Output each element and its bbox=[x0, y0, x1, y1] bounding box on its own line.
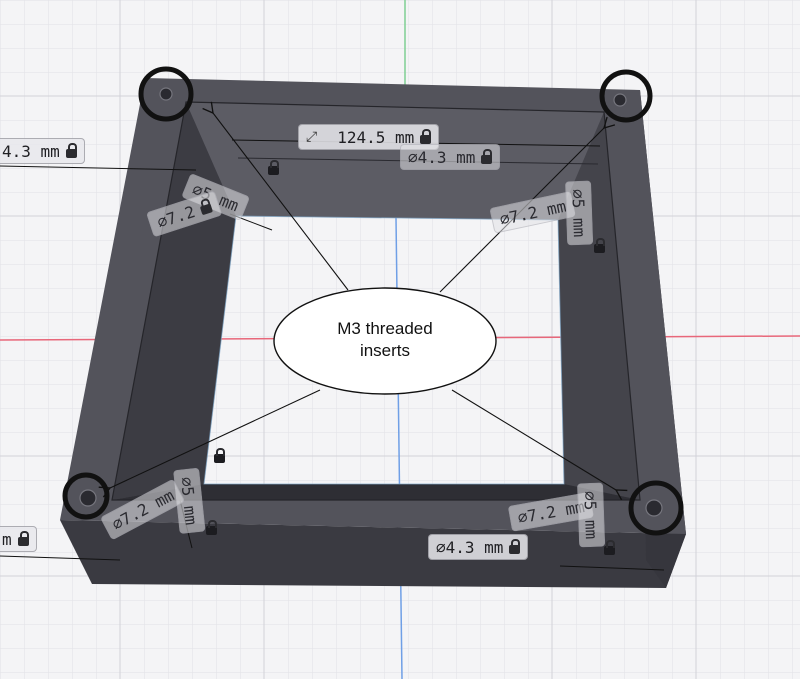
dim-left-width-value: 4.3 mm bbox=[2, 141, 60, 161]
hole-top-left bbox=[159, 87, 173, 101]
dim-br-insert-depth[interactable]: ⌀5 mm bbox=[577, 482, 606, 548]
lock-icon[interactable] bbox=[206, 520, 217, 535]
dim-tr-insert-depth-value: ⌀5 mm bbox=[568, 188, 590, 238]
dim-bottom-left-partial[interactable]: m bbox=[0, 526, 37, 552]
dim-top-hole-value: ⌀4.3 mm bbox=[408, 147, 476, 167]
lock-icon[interactable] bbox=[65, 142, 77, 158]
lock-icon[interactable] bbox=[199, 202, 213, 215]
dim-left-width[interactable]: 4.3 mm bbox=[0, 138, 85, 164]
lock-icon[interactable] bbox=[268, 160, 279, 175]
lock-icon[interactable] bbox=[509, 538, 521, 554]
dim-br-insert-depth-value: ⌀5 mm bbox=[580, 490, 602, 540]
resize-arrows-icon[interactable]: ⤢ bbox=[306, 129, 317, 145]
lock-icon[interactable] bbox=[214, 448, 225, 463]
lock-icon[interactable] bbox=[420, 128, 432, 144]
callout-label: M3 threaded inserts bbox=[276, 318, 494, 362]
lock-icon[interactable] bbox=[604, 540, 615, 555]
viewport[interactable]: 4.3 mm ⤢ 124.5 mm ⌀4.3 mm ⌀5 mm ⌀7.2 ⌀7.… bbox=[0, 0, 800, 679]
hole-bottom-left bbox=[79, 489, 97, 507]
lock-icon[interactable] bbox=[17, 530, 29, 546]
lock-icon[interactable] bbox=[594, 238, 605, 253]
dim-bottom-hole-value: ⌀4.3 mm bbox=[436, 537, 504, 557]
dim-tr-insert-depth[interactable]: ⌀5 mm bbox=[565, 180, 594, 246]
dim-top-hole[interactable]: ⌀4.3 mm bbox=[400, 144, 501, 170]
lock-icon[interactable] bbox=[481, 148, 493, 164]
callout-line-2: inserts bbox=[359, 341, 411, 360]
hole-top-right bbox=[613, 93, 627, 107]
hole-bottom-right bbox=[645, 499, 663, 517]
callout-line-1: M3 threaded bbox=[337, 319, 433, 338]
dim-bottom-left-partial-value: m bbox=[2, 529, 12, 549]
dim-bottom-hole[interactable]: ⌀4.3 mm bbox=[428, 534, 529, 560]
